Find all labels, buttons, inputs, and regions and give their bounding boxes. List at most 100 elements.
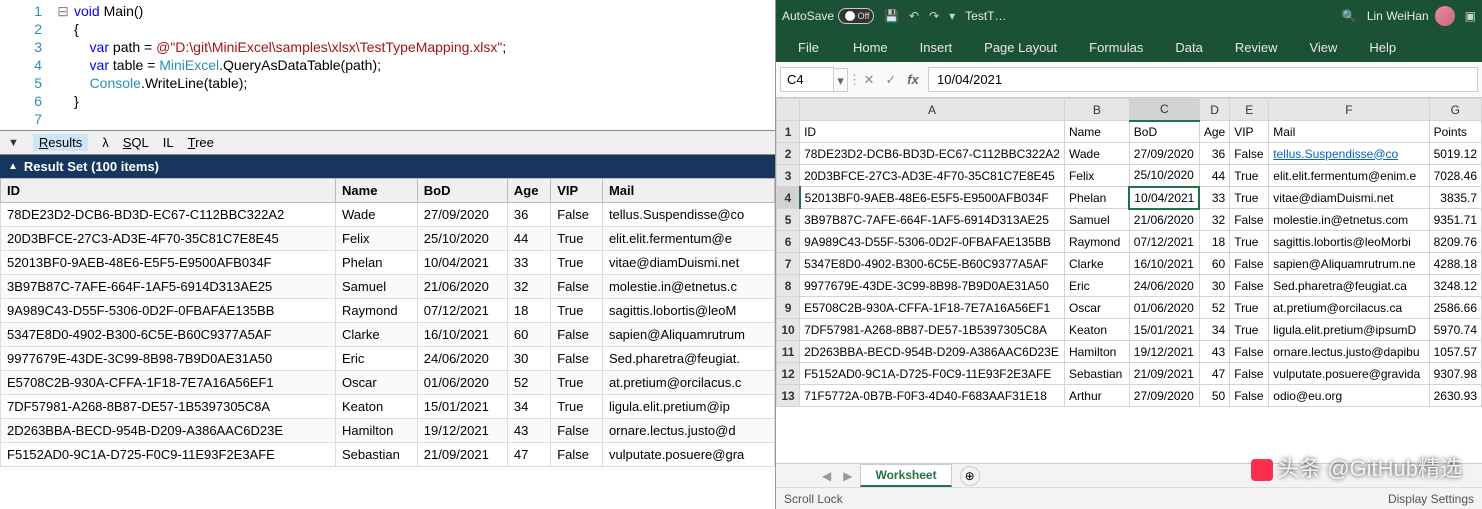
col-header[interactable]: G [1429,99,1481,121]
row-header[interactable]: 3 [777,165,800,187]
cancel-icon[interactable]: ✕ [858,72,880,88]
new-sheet-icon[interactable]: ⊕ [960,466,980,486]
column-header[interactable]: Name [336,179,418,203]
table-row[interactable]: 20D3BFCE-27C3-AD3E-4F70-35C81C7E8E45Feli… [1,227,775,251]
col-header[interactable]: E [1230,99,1269,121]
row-header[interactable]: 7 [777,253,800,275]
col-header[interactable]: C [1129,99,1199,121]
table-row[interactable]: 3B97B87C-7AFE-664F-1AF5-6914D313AE25Samu… [1,275,775,299]
autosave-label: AutoSave [782,9,834,23]
undo-icon[interactable]: ↶ [909,9,919,23]
row-header[interactable]: 10 [777,319,800,341]
user-account[interactable]: Lin WeiHan [1367,6,1455,26]
row-header[interactable]: 1 [777,121,800,143]
column-header[interactable]: ID [1,179,336,203]
table-row[interactable]: F5152AD0-9C1A-D725-F0C9-11E93F2E3AFESeba… [1,443,775,467]
tabs-dropdown-icon[interactable]: ▼ [8,137,19,149]
col-header[interactable]: F [1269,99,1429,121]
excel-pane: AutoSave Off 💾 ↶ ↷ ▾ TestT… 🔍 Lin WeiHan… [776,0,1482,509]
tab-il[interactable]: IL [163,135,174,150]
table-row[interactable]: 78DE23D2-DCB6-BD3D-EC67-C112BBC322A2Wade… [1,203,775,227]
qat-dropdown-icon[interactable]: ▾ [949,9,955,23]
save-icon[interactable]: 💾 [884,9,899,23]
sheet-nav-next-icon[interactable]: ▶ [837,469,858,483]
row-header[interactable]: 13 [777,385,800,407]
name-box-dropdown-icon[interactable]: ▾ [834,68,848,92]
col-header[interactable]: B [1064,99,1129,121]
tab-tree[interactable]: Tree [188,135,214,150]
line-gutter: 1 2 3 4 5 6 7 [0,0,56,130]
tab-sql[interactable]: SQL [123,135,149,150]
col-header[interactable]: D [1199,99,1229,121]
tab-home[interactable]: Home [837,34,904,61]
table-row: 107DF57981-A268-8B87-DE57-1B5397305C8AKe… [777,319,1482,341]
result-tabs: ▼ RResultsesults λ SQL IL Tree [0,130,775,155]
resultset-title: Result Set (100 items) [24,159,159,174]
row-header[interactable]: 4 [777,187,800,209]
table-row[interactable]: 9977679E-43DE-3C99-8B98-7B9D0AE31A50Eric… [1,347,775,371]
table-row: 1371F5772A-0B7B-F0F3-4D40-F683AAF31E18Ar… [777,385,1482,407]
table-row[interactable]: 2D263BBA-BECD-954B-D209-A386AAC6D23EHami… [1,419,775,443]
column-header[interactable]: Mail [602,179,774,203]
table-row[interactable]: 9A989C43-D55F-5306-0D2F-0FBAFAE135BBRaym… [1,299,775,323]
row-header[interactable]: 6 [777,231,800,253]
column-header[interactable]: BoD [417,179,507,203]
fx-icon[interactable]: fx [902,72,924,87]
tab-help[interactable]: Help [1353,34,1412,61]
formula-input[interactable]: 10/04/2021 [928,67,1478,92]
avatar [1435,6,1455,26]
tab-lambda[interactable]: λ [102,135,109,150]
col-header[interactable]: A [800,99,1065,121]
table-row: 9E5708C2B-930A-CFFA-1F18-7E7A16A56EF1Osc… [777,297,1482,319]
tab-data[interactable]: Data [1159,34,1218,61]
result-grid[interactable]: IDNameBoDAgeVIPMail 78DE23D2-DCB6-BD3D-E… [0,178,775,509]
tab-insert[interactable]: Insert [904,34,969,61]
doc-title: TestT… [965,9,1332,23]
ribbon-display-icon[interactable]: ▣ [1465,9,1476,23]
row-header[interactable]: 8 [777,275,800,297]
status-scrolllock: Scroll Lock [784,492,843,506]
fold-gutter[interactable]: ⊟ [56,0,70,130]
table-row: 69A989C43-D55F-5306-0D2F-0FBAFAE135BBRay… [777,231,1482,253]
tab-review[interactable]: Review [1219,34,1294,61]
row-header[interactable]: 5 [777,209,800,231]
row-header[interactable]: 11 [777,341,800,363]
table-row[interactable]: 52013BF0-9AEB-48E6-E5F5-E9500AFB034FPhel… [1,251,775,275]
row-header[interactable]: 12 [777,363,800,385]
excel-titlebar: AutoSave Off 💾 ↶ ↷ ▾ TestT… 🔍 Lin WeiHan… [776,0,1482,32]
ribbon-tabs: File Home Insert Page Layout Formulas Da… [776,32,1482,62]
row-header[interactable]: 2 [777,143,800,165]
table-row[interactable]: E5708C2B-930A-CFFA-1F18-7E7A16A56EF1Osca… [1,371,775,395]
search-icon[interactable]: 🔍 [1342,9,1357,23]
code-editor[interactable]: 1 2 3 4 5 6 7 ⊟ void void Main()Main(){ … [0,0,775,130]
linqpad-pane: 1 2 3 4 5 6 7 ⊟ void void Main()Main(){ … [0,0,776,509]
formula-bar: C4 ▾ ⋮ ✕ ✓ fx 10/04/2021 [776,62,1482,98]
code-text[interactable]: void void Main()Main(){ var path = @"D:\… [70,0,506,130]
autosave-toggle[interactable]: AutoSave Off [782,8,874,24]
select-all-corner[interactable] [777,99,800,121]
column-header[interactable]: VIP [551,179,603,203]
table-row: 452013BF0-9AEB-48E6-E5F5-E9500AFB034FPhe… [777,187,1482,209]
status-display-settings[interactable]: Display Settings [1388,492,1474,506]
tab-results[interactable]: RResultsesults [33,134,88,151]
tab-file[interactable]: File [780,34,837,61]
row-header[interactable]: 9 [777,297,800,319]
sheet-nav-prev-icon[interactable]: ◀ [816,469,837,483]
table-row: 12F5152AD0-9C1A-D725-F0C9-11E93F2E3AFESe… [777,363,1482,385]
table-row: 278DE23D2-DCB6-BD3D-EC67-C112BBC322A2Wad… [777,143,1482,165]
spreadsheet-grid[interactable]: ABCDEFG 1IDNameBoDAgeVIPMailPoints278DE2… [776,98,1482,463]
mail-link[interactable]: tellus.Suspendisse@co [1273,147,1398,161]
table-row[interactable]: 5347E8D0-4902-B300-6C5E-B60C9377A5AFClar… [1,323,775,347]
table-row: 112D263BBA-BECD-954B-D209-A386AAC6D23EHa… [777,341,1482,363]
tab-view[interactable]: View [1293,34,1353,61]
column-header[interactable]: Age [507,179,550,203]
tab-pagelayout[interactable]: Page Layout [968,34,1073,61]
table-row[interactable]: 7DF57981-A268-8B87-DE57-1B5397305C8AKeat… [1,395,775,419]
sheet-tab-worksheet[interactable]: Worksheet [860,464,951,487]
name-box[interactable]: C4 [780,67,834,92]
resultset-header[interactable]: ▲ Result Set (100 items) [0,155,775,178]
tab-formulas[interactable]: Formulas [1073,34,1159,61]
enter-icon[interactable]: ✓ [880,72,902,88]
redo-icon[interactable]: ↷ [929,9,939,23]
table-row: 53B97B87C-7AFE-664F-1AF5-6914D313AE25Sam… [777,209,1482,231]
